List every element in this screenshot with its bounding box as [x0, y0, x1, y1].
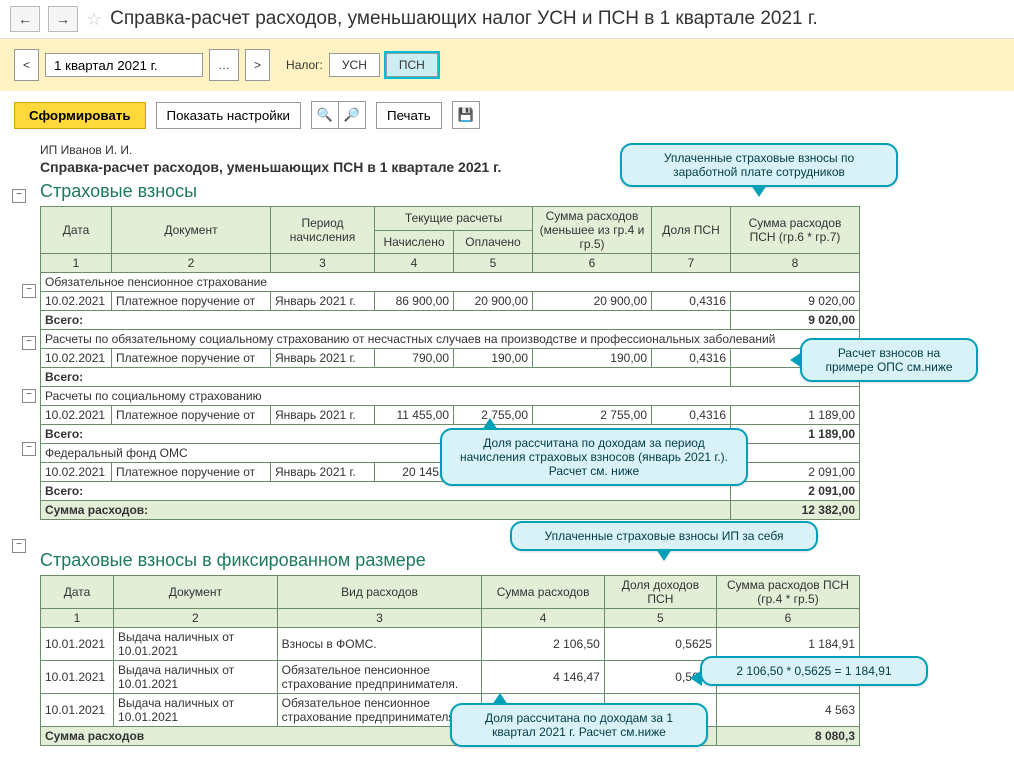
col-accrued: Начислено — [375, 230, 454, 254]
group-toggle[interactable]: − — [22, 389, 36, 403]
show-settings-button[interactable]: Показать настройки — [156, 102, 301, 129]
section-title: Страховые взносы в фиксированном размере — [40, 550, 994, 571]
forward-button[interactable]: → — [48, 6, 78, 32]
favorite-star-icon[interactable]: ☆ — [86, 9, 102, 30]
col-min: Сумма расходов (меньшее из гр.4 и гр.5) — [533, 207, 652, 254]
toolbar: Сформировать Показать настройки 🔍 🔎 Печа… — [0, 91, 1014, 139]
group-name: Обязательное пенсионное страхование — [41, 273, 860, 292]
table-row: 10.02.2021 Платежное поручение от Январь… — [41, 406, 860, 425]
callout: Доля рассчитана по доходам за 1 квартал … — [450, 703, 708, 747]
callout: Уплаченные страховые взносы ИП за себя — [510, 521, 818, 551]
group-toggle[interactable]: − — [22, 284, 36, 298]
save-icon[interactable]: 💾 — [452, 101, 480, 129]
col-psn: Сумма расходов ПСН (гр.6 * гр.7) — [731, 207, 860, 254]
period-select-button[interactable]: … — [209, 49, 239, 81]
tax-label: Налог: — [286, 58, 323, 72]
group-name: Расчеты по социальному страхованию — [41, 387, 860, 406]
col-share: Доля ПСН — [652, 207, 731, 254]
group-toggle[interactable]: − — [22, 442, 36, 456]
period-bar: < … > Налог: УСН ПСН — [0, 39, 1014, 91]
outline-toggle[interactable]: − — [12, 539, 26, 553]
period-prev-button[interactable]: < — [14, 49, 39, 81]
grand-total-value: 8 080,3 — [716, 727, 859, 746]
report-body: − − ИП Иванов И. И. Справка-расчет расхо… — [0, 143, 1014, 766]
titlebar: ← → ☆ Справка-расчет расходов, уменьшающ… — [0, 0, 1014, 39]
col-period: Период начисления — [271, 207, 375, 254]
form-button[interactable]: Сформировать — [14, 102, 146, 129]
table-row: 10.02.2021 Платежное поручение от Январь… — [41, 349, 860, 368]
col-date: Дата — [41, 207, 112, 254]
table-row: 10.02.2021 Платежное поручение от Январь… — [41, 292, 860, 311]
tax-psn-button[interactable]: ПСН — [386, 53, 438, 77]
back-button[interactable]: ← — [10, 6, 40, 32]
grand-total-label: Сумма расходов: — [41, 501, 731, 520]
period-next-button[interactable]: > — [245, 49, 270, 81]
callout: Уплаченные страховые взносы по заработно… — [620, 143, 898, 187]
group-toggle[interactable]: − — [22, 336, 36, 350]
zoom-out-icon[interactable]: 🔎 — [339, 101, 366, 129]
outline-toggle[interactable]: − — [12, 189, 26, 203]
col-paid: Оплачено — [454, 230, 533, 254]
col-doc: Документ — [112, 207, 271, 254]
callout: Расчет взносов на примере ОПС см.ниже — [800, 338, 978, 382]
grand-total-value: 12 382,00 — [731, 501, 860, 520]
print-button[interactable]: Печать — [376, 102, 442, 129]
tax-usn-button[interactable]: УСН — [329, 53, 380, 77]
page-title: Справка-расчет расходов, уменьшающих нал… — [110, 8, 818, 30]
group-name: Расчеты по обязательному социальному стр… — [41, 330, 860, 349]
zoom-in-icon[interactable]: 🔍 — [311, 101, 339, 129]
col-current: Текущие расчеты — [375, 207, 533, 231]
callout: 2 106,50 * 0,5625 = 1 184,91 — [700, 656, 928, 686]
period-input[interactable] — [45, 53, 203, 77]
callout: Доля рассчитана по доходам за период нач… — [440, 428, 748, 486]
